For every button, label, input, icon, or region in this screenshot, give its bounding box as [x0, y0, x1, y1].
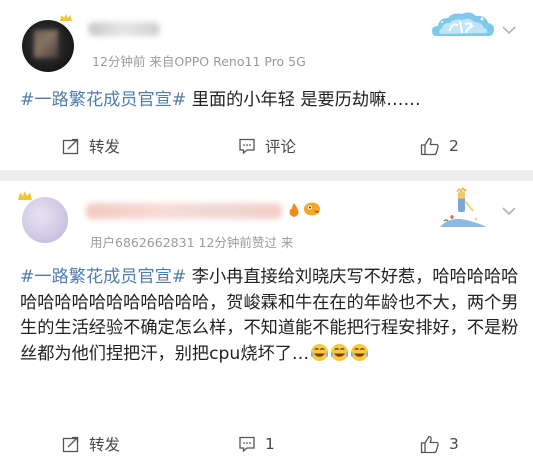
comment-label: 评论 — [265, 138, 297, 156]
username-blurred[interactable] — [88, 22, 160, 36]
chevron-down-icon[interactable] — [501, 203, 517, 219]
post-body: 里面的小年轻 是要历劫嘛…… — [186, 90, 421, 110]
decoration-cloud-badge-icon — [432, 12, 495, 37]
post-text: #一路繁花成员官宣# 李小冉直接给刘晓庆写不好惹，哈哈哈哈哈哈哈哈哈哈哈哈哈哈哈… — [20, 265, 520, 367]
share-icon — [62, 138, 79, 155]
comment-button[interactable]: 1 — [238, 424, 275, 464]
post-meta: 12分钟前 来自OPPO Reno11 Pro 5G — [92, 54, 306, 69]
thumbs-up-icon — [420, 137, 439, 155]
avatar[interactable] — [22, 20, 74, 72]
laugh-cry-icon — [311, 343, 329, 361]
action-bar: 转发 评论 2 — [0, 126, 533, 166]
like-count: 2 — [449, 137, 459, 155]
comment-icon — [239, 138, 255, 155]
crown-badge-icon — [60, 14, 72, 21]
fish-badge-icon — [304, 202, 320, 216]
comment-button[interactable]: 评论 — [238, 126, 296, 166]
avatar[interactable] — [22, 197, 68, 243]
weibo-post: 12分钟前 来自OPPO Reno11 Pro 5G #一路繁花成员官宣# 里面… — [0, 0, 533, 170]
weibo-post: 用户6862662831 12分钟前赞过 来 #一路繁花成员官宣# 李小冉直接给… — [0, 181, 533, 467]
like-count: 3 — [449, 435, 459, 453]
laugh-cry-icon — [351, 343, 369, 361]
like-button[interactable]: 2 — [420, 126, 459, 166]
share-icon — [62, 436, 79, 453]
chevron-down-icon[interactable] — [501, 22, 517, 38]
like-button[interactable]: 3 — [420, 424, 459, 464]
crown-badge-icon — [18, 191, 32, 200]
comment-icon — [239, 436, 255, 453]
post-text: #一路繁花成员官宣# 里面的小年轻 是要历劫嘛…… — [20, 88, 515, 114]
thumbs-up-icon — [420, 435, 439, 453]
comment-count: 1 — [265, 435, 275, 453]
action-bar: 转发 1 3 — [0, 424, 533, 464]
topic-link[interactable]: #一路繁花成员官宣# — [20, 267, 186, 287]
share-button[interactable]: 转发 — [62, 424, 120, 464]
share-button[interactable]: 转发 — [62, 126, 120, 166]
share-label: 转发 — [89, 138, 121, 156]
post-meta: 用户6862662831 12分钟前赞过 来 — [90, 235, 294, 250]
laugh-cry-icon — [331, 343, 349, 361]
topic-link[interactable]: #一路繁花成员官宣# — [20, 90, 186, 110]
feed-separator — [0, 170, 533, 181]
share-label: 转发 — [89, 436, 121, 454]
decoration-little-prince-icon — [440, 187, 486, 227]
fire-badge-icon — [289, 203, 299, 217]
username-blurred[interactable] — [86, 203, 282, 219]
